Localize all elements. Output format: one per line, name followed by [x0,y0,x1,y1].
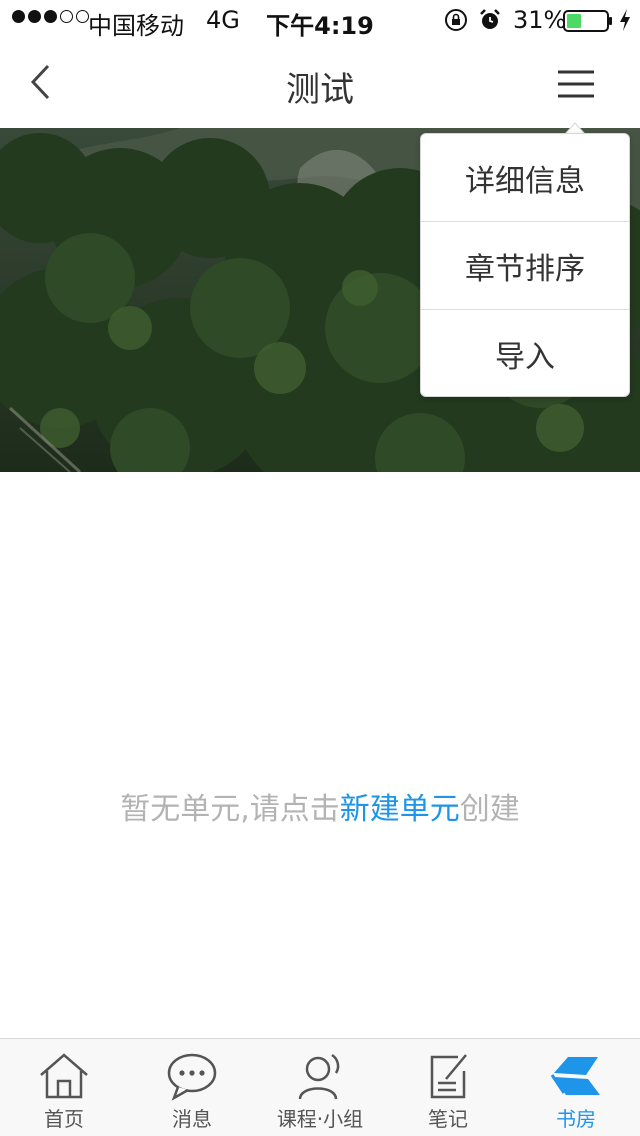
battery-percent: 31% [513,6,567,34]
menu-item-import[interactable]: 导入 [421,310,629,396]
tab-courses-groups[interactable]: 课程·小组 [256,1039,384,1136]
menu-item-details[interactable]: 详细信息 [421,134,629,222]
page-title: 测试 [286,70,354,110]
navigation-bar: 测试 [0,40,640,128]
hamburger-menu-icon [558,70,594,98]
empty-state-message: 暂无单元,请点击新建单元创建 [0,784,640,828]
tab-bar: 首页 消息 课程·小组 笔记 书房 [0,1038,640,1136]
battery-icon [563,10,612,32]
study-book-icon [550,1057,600,1095]
tab-messages-label: 消息 [172,1107,212,1131]
rotation-lock-icon [445,9,467,31]
alarm-icon [480,9,500,29]
message-bubble-icon [167,1053,217,1101]
menu-item-chapter-sort[interactable]: 章节排序 [421,222,629,310]
note-icon [430,1054,467,1099]
status-bar: 中国移动 4G 下午4:19 31% [0,0,640,40]
tab-home-label: 首页 [44,1107,84,1131]
tab-notes-label: 笔记 [428,1107,468,1131]
tab-messages[interactable]: 消息 [128,1039,256,1136]
menu-button[interactable] [548,62,604,106]
home-icon [40,1053,88,1099]
tab-courses-groups-label: 课程·小组 [276,1107,364,1131]
tab-home[interactable]: 首页 [0,1039,128,1136]
empty-state-suffix: 创建 [459,792,520,827]
charging-bolt-icon [620,9,630,31]
tab-study-label: 书房 [556,1107,596,1131]
dropdown-menu: 详细信息 章节排序 导入 [420,133,630,397]
tab-notes[interactable]: 笔记 [384,1039,512,1136]
empty-state-prefix: 暂无单元,请点击 [120,792,340,827]
tab-study[interactable]: 书房 [512,1039,640,1136]
create-unit-link[interactable]: 新建单元 [340,792,460,827]
user-group-icon [298,1053,340,1100]
